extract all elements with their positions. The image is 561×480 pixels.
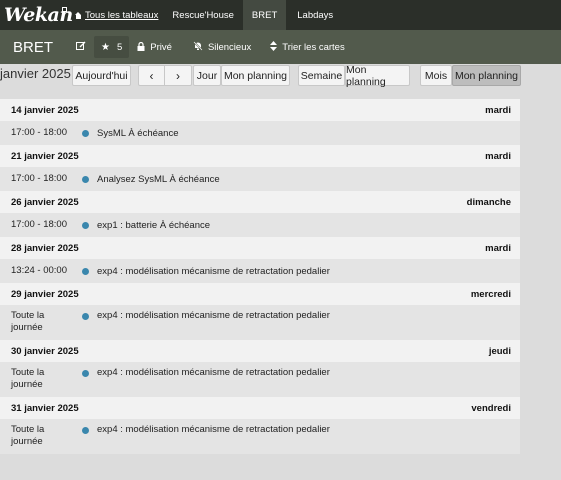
day-date: 31 janvier 2025	[11, 402, 79, 414]
today-button[interactable]: Aujourd'hui	[72, 65, 131, 86]
chevron-right-icon: ›	[176, 68, 180, 83]
day-weekday: dimanche	[466, 196, 511, 208]
day-date: 26 janvier 2025	[11, 196, 79, 208]
sort-cards-button[interactable]: Trier les cartes	[265, 36, 349, 58]
day-date: 29 janvier 2025	[11, 288, 79, 300]
list-item[interactable]: Toute la journée exp4 : modélisation méc…	[0, 362, 520, 397]
event-title: exp4 : modélisation mécanisme de retract…	[97, 367, 330, 378]
event-title: Analysez SysML À échéance	[97, 173, 220, 185]
event-title: exp1 : batterie À échéance	[97, 219, 211, 231]
lock-icon	[137, 41, 145, 53]
week-planning-button[interactable]: Mon planning	[345, 64, 410, 88]
event-dot-icon	[82, 370, 89, 377]
sort-icon	[270, 41, 278, 53]
watch-label: Silencieux	[207, 41, 252, 53]
star-board-button[interactable]: ★ 5	[94, 36, 130, 58]
event-time: Toute la journée	[11, 310, 45, 333]
day-date: 14 janvier 2025	[11, 104, 79, 116]
home-icon	[75, 11, 82, 19]
prev-button[interactable]: ‹	[138, 65, 165, 86]
list-item[interactable]: Toute la journée exp4 : modélisation méc…	[0, 305, 520, 340]
day-header: 29 janvier 2025 mercredi	[0, 283, 520, 305]
board-link-labdays[interactable]: Labdays	[294, 0, 336, 30]
chevron-left-icon: ‹	[149, 68, 154, 83]
calendar-title: janvier 2025	[0, 66, 71, 81]
event-dot-icon	[82, 221, 89, 229]
board-link-bret[interactable]: BRET	[242, 0, 287, 30]
day-view-button[interactable]: Jour	[193, 65, 221, 86]
event-title: exp4 : modélisation mécanisme de retract…	[97, 310, 330, 321]
event-dot-icon	[82, 129, 89, 137]
event-time: Toute la journée	[11, 424, 45, 447]
watch-button[interactable]: Silencieux	[188, 36, 256, 58]
day-date: 21 janvier 2025	[11, 150, 79, 162]
event-dot-icon	[82, 427, 89, 434]
event-dot-icon	[82, 175, 89, 183]
edit-icon	[76, 41, 86, 54]
day-weekday: mardi	[485, 104, 511, 116]
star-icon: ★	[101, 41, 110, 53]
sort-cards-label: Trier les cartes	[282, 41, 345, 53]
event-dot-icon	[82, 313, 89, 320]
day-date: 28 janvier 2025	[11, 242, 79, 254]
all-boards-link[interactable]: Tous les tableaux	[72, 0, 161, 30]
visibility-button[interactable]: Privé	[132, 36, 177, 58]
day-weekday: mardi	[485, 150, 511, 162]
month-planning-button[interactable]: Mon planning	[452, 65, 521, 86]
day-header: 14 janvier 2025 mardi	[0, 99, 520, 121]
calendar-list: 14 janvier 2025 mardi 17:00 - 18:00 SysM…	[0, 99, 520, 454]
muted-bell-icon	[193, 41, 203, 53]
day-header: 26 janvier 2025 dimanche	[0, 191, 520, 213]
day-header: 28 janvier 2025 mardi	[0, 237, 520, 259]
list-item[interactable]: Toute la journée exp4 : modélisation méc…	[0, 419, 520, 454]
list-item[interactable]: 17:00 - 18:00 Analysez SysML À échéance	[0, 167, 520, 191]
event-dot-icon	[82, 267, 89, 275]
list-item[interactable]: 17:00 - 18:00 exp1 : batterie À échéance	[0, 213, 520, 237]
event-title: SysML À échéance	[97, 127, 179, 139]
day-header: 30 janvier 2025 jeudi	[0, 340, 520, 362]
edit-board-button[interactable]	[71, 36, 91, 58]
day-weekday: jeudi	[488, 345, 511, 357]
event-title: exp4 : modélisation mécanisme de retract…	[97, 424, 330, 435]
board-header: BRET ★ 5 Privé Silencieux Trier les cart…	[0, 30, 561, 64]
week-view-button[interactable]: Semaine	[298, 65, 345, 86]
event-time: 17:00 - 18:00	[11, 173, 67, 184]
all-boards-label: Tous les tableaux	[85, 9, 159, 21]
logo-square-icon	[62, 7, 67, 12]
day-header: 31 janvier 2025 vendredi	[0, 397, 520, 419]
event-time: 13:24 - 00:00	[11, 265, 67, 276]
event-time: 17:00 - 18:00	[11, 127, 67, 138]
month-view-button[interactable]: Mois	[420, 65, 452, 86]
day-header: 21 janvier 2025 mardi	[0, 145, 520, 167]
next-button[interactable]: ›	[164, 65, 192, 86]
list-item[interactable]: 13:24 - 00:00 exp4 : modélisation mécani…	[0, 259, 520, 283]
day-weekday: vendredi	[471, 402, 511, 414]
wekan-logo[interactable]: Wekan	[4, 1, 73, 29]
event-title: exp4 : modélisation mécanisme de retract…	[97, 265, 330, 277]
day-date: 30 janvier 2025	[11, 345, 79, 357]
day-weekday: mardi	[485, 242, 511, 254]
event-time: 17:00 - 18:00	[11, 219, 67, 230]
visibility-label: Privé	[150, 41, 172, 53]
event-time: Toute la journée	[11, 367, 45, 390]
board-title[interactable]: BRET	[13, 39, 53, 56]
top-header: Wekan Tous les tableaux Rescue'House BRE…	[0, 0, 561, 30]
star-count: 5	[116, 41, 123, 53]
day-planning-button[interactable]: Mon planning	[221, 65, 290, 86]
list-item[interactable]: 17:00 - 18:00 SysML À échéance	[0, 121, 520, 145]
board-link-rescuehouse[interactable]: Rescue'House	[169, 0, 237, 30]
day-weekday: mercredi	[470, 288, 511, 300]
